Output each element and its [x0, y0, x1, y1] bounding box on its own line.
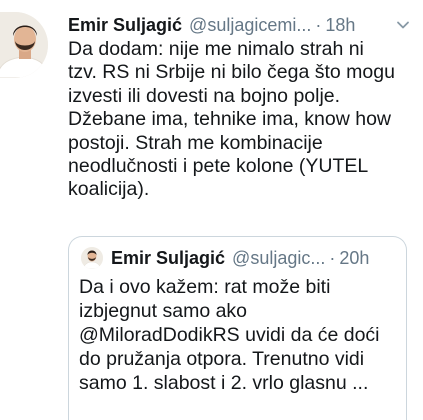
tweet-header: Emir Suljagić @suljagicemi... · 18h	[68, 12, 415, 38]
separator-dot: ·	[315, 14, 322, 35]
quoted-avatar-image	[81, 247, 103, 269]
author-name[interactable]: Emir Suljagić	[68, 15, 182, 36]
quoted-author-name: Emir Suljagić	[111, 247, 226, 268]
avatar-image	[0, 12, 48, 78]
tweet-text: Da dodam: nije me nimalo strah ni tzv. R…	[68, 38, 395, 201]
quoted-tweet-text: Da i ovo kažem: rat može biti izbjegnut …	[79, 276, 380, 394]
quoted-header: Emir Suljagić @suljagic... · 20h	[111, 245, 398, 271]
quoted-separator-dot: ·	[329, 247, 336, 268]
quoted-author-handle: @suljagic...	[232, 247, 326, 268]
quoted-timestamp: 20h	[339, 247, 370, 268]
quoted-avatar	[81, 247, 103, 269]
chevron-down-icon[interactable]	[395, 17, 411, 33]
avatar[interactable]	[0, 12, 48, 78]
tweet-timestamp[interactable]: 18h	[325, 15, 355, 36]
quoted-tweet[interactable]: Emir Suljagić @suljagic... · 20h Da i ov…	[68, 236, 407, 420]
author-handle[interactable]: @suljagicemi...	[189, 15, 311, 36]
